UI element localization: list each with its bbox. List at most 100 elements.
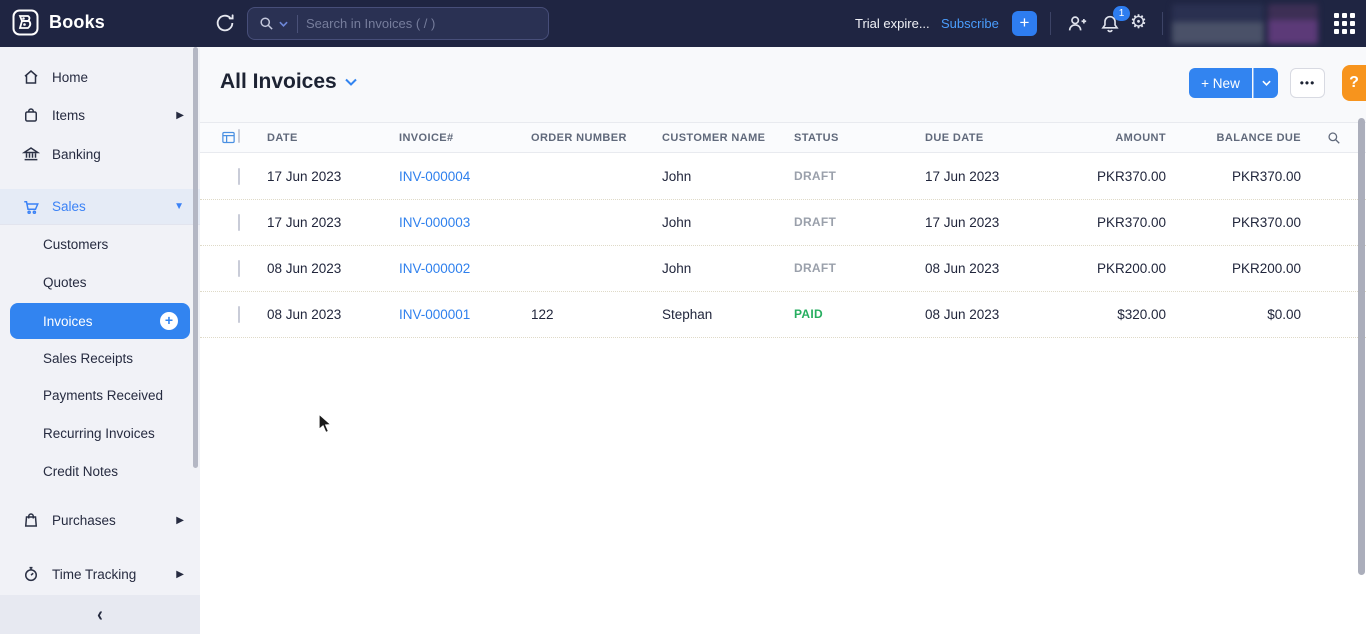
cell-due-date: 17 Jun 2023 <box>925 215 999 230</box>
home-icon <box>22 68 40 86</box>
cell-customer: John <box>662 169 691 184</box>
sidebar-item-quotes[interactable]: Quotes <box>0 264 200 300</box>
new-invoice-button[interactable]: + New <box>1189 68 1252 98</box>
cell-order-number: 122 <box>531 307 554 322</box>
notification-badge: 1 <box>1113 6 1130 21</box>
sidebar-item-home[interactable]: Home <box>0 59 200 95</box>
apps-grid-icon[interactable] <box>1334 13 1357 35</box>
table-row[interactable]: 08 Jun 2023 INV-000002 John DRAFT 08 Jun… <box>200 246 1366 292</box>
table-row[interactable]: 08 Jun 2023 INV-000001 122 Stephan PAID … <box>200 292 1366 338</box>
chevron-right-icon: ▶ <box>176 515 184 526</box>
topbar: Books Trial expire... Subscribe + 1 ⚙ <box>0 0 1366 47</box>
row-checkbox[interactable] <box>238 307 240 322</box>
column-header-status[interactable]: STATUS <box>794 132 839 144</box>
settings-gear-icon[interactable]: ⚙ <box>1130 11 1147 34</box>
search-input[interactable] <box>306 16 516 31</box>
status-badge: PAID <box>794 307 823 321</box>
column-header-due-date[interactable]: DUE DATE <box>925 132 984 144</box>
sidebar-item-label: Sales <box>52 199 86 214</box>
invoice-link[interactable]: INV-000002 <box>399 261 470 276</box>
help-button[interactable]: ? <box>1342 65 1366 101</box>
sidebar-collapse-button[interactable]: ‹ <box>0 595 200 634</box>
sidebar-item-label: Banking <box>52 147 101 162</box>
cell-date: 17 Jun 2023 <box>267 215 341 230</box>
sidebar-item-credit-notes[interactable]: Credit Notes <box>0 453 200 489</box>
invite-users-icon[interactable] <box>1066 13 1088 35</box>
stopwatch-icon <box>22 565 40 583</box>
sidebar-item-label: Payments Received <box>43 388 163 403</box>
table-header: DATE INVOICE# ORDER NUMBER CUSTOMER NAME… <box>200 122 1366 153</box>
sidebar-item-sales[interactable]: Sales ▼ <box>0 189 200 225</box>
row-checkbox[interactable] <box>238 169 240 184</box>
column-header-invoice[interactable]: INVOICE# <box>399 132 454 144</box>
sidebar-item-invoices-active[interactable]: Invoices + <box>10 303 190 339</box>
status-badge: DRAFT <box>794 215 836 229</box>
main-content: All Invoices + New ••• ? DATE INVOICE# O… <box>200 47 1366 634</box>
sidebar-item-sales-receipts[interactable]: Sales Receipts <box>0 340 200 376</box>
invoice-link[interactable]: INV-000004 <box>399 169 470 184</box>
cell-balance-due: PKR200.00 <box>1232 261 1301 276</box>
add-invoice-icon[interactable]: + <box>160 312 178 330</box>
purchases-bag-icon <box>22 511 40 529</box>
table-row[interactable]: 17 Jun 2023 INV-000003 John DRAFT 17 Jun… <box>200 200 1366 246</box>
bank-icon <box>22 145 40 163</box>
sidebar-item-label: Recurring Invoices <box>43 426 155 441</box>
column-header-amount[interactable]: AMOUNT <box>1115 132 1166 144</box>
column-header-customer-name[interactable]: CUSTOMER NAME <box>662 132 765 144</box>
sidebar-item-purchases[interactable]: Purchases ▶ <box>0 502 200 538</box>
status-badge: DRAFT <box>794 169 836 183</box>
page-title[interactable]: All Invoices <box>220 70 357 94</box>
global-search <box>247 7 549 40</box>
cell-balance-due: $0.00 <box>1267 307 1301 322</box>
table-row[interactable]: 17 Jun 2023 INV-000004 John DRAFT 17 Jun… <box>200 154 1366 200</box>
invoice-link[interactable]: INV-000003 <box>399 215 470 230</box>
sidebar: Home Items ▶ Banking Sales ▼ Customers Q… <box>0 47 200 634</box>
column-header-order-number[interactable]: ORDER NUMBER <box>531 132 627 144</box>
cell-customer: John <box>662 261 691 276</box>
quick-add-button[interactable]: + <box>1012 11 1037 36</box>
sidebar-item-label: Credit Notes <box>43 464 118 479</box>
status-badge: DRAFT <box>794 261 836 275</box>
topbar-separator <box>1162 12 1163 35</box>
cell-amount: PKR370.00 <box>1097 169 1166 184</box>
cell-balance-due: PKR370.00 <box>1232 215 1301 230</box>
org-name-redacted[interactable] <box>1172 4 1264 44</box>
new-invoice-dropdown-button[interactable] <box>1253 68 1278 98</box>
table-search-icon[interactable] <box>1327 131 1341 145</box>
row-checkbox[interactable] <box>238 261 240 276</box>
sidebar-item-label: Time Tracking <box>52 567 136 582</box>
chevron-down-icon: ▼ <box>174 201 184 212</box>
sidebar-item-recurring-invoices[interactable]: Recurring Invoices <box>0 415 200 451</box>
sidebar-item-payments-received[interactable]: Payments Received <box>0 377 200 413</box>
sidebar-item-label: Customers <box>43 237 108 252</box>
select-all-checkbox[interactable] <box>238 130 240 142</box>
recent-history-icon[interactable] <box>214 12 236 34</box>
sidebar-item-label: Home <box>52 70 88 85</box>
cell-customer: John <box>662 215 691 230</box>
main-scrollbar[interactable] <box>1358 118 1365 575</box>
user-avatar[interactable] <box>1268 4 1318 44</box>
cell-due-date: 08 Jun 2023 <box>925 261 999 276</box>
subscribe-link[interactable]: Subscribe <box>941 16 999 31</box>
cell-amount: PKR200.00 <box>1097 261 1166 276</box>
app-logo[interactable]: Books <box>12 9 105 36</box>
column-header-balance-due[interactable]: BALANCE DUE <box>1217 132 1301 144</box>
title-chevron-down-icon <box>345 78 357 86</box>
invoice-link[interactable]: INV-000001 <box>399 307 470 322</box>
sidebar-scrollbar[interactable] <box>193 47 198 468</box>
cell-balance-due: PKR370.00 <box>1232 169 1301 184</box>
more-options-button[interactable]: ••• <box>1290 68 1325 98</box>
column-header-date[interactable]: DATE <box>267 132 298 144</box>
sidebar-item-time-tracking[interactable]: Time Tracking ▶ <box>0 556 200 592</box>
chevron-right-icon: ▶ <box>176 110 184 121</box>
search-scope-chevron-icon[interactable] <box>279 21 288 27</box>
column-customize-icon[interactable] <box>221 130 236 145</box>
sidebar-item-items[interactable]: Items ▶ <box>0 97 200 133</box>
sidebar-item-banking[interactable]: Banking <box>0 136 200 172</box>
cell-date: 17 Jun 2023 <box>267 169 341 184</box>
sidebar-item-label: Purchases <box>52 513 116 528</box>
cell-date: 08 Jun 2023 <box>267 261 341 276</box>
cell-amount: PKR370.00 <box>1097 215 1166 230</box>
sidebar-item-customers[interactable]: Customers <box>0 226 200 262</box>
row-checkbox[interactable] <box>238 215 240 230</box>
